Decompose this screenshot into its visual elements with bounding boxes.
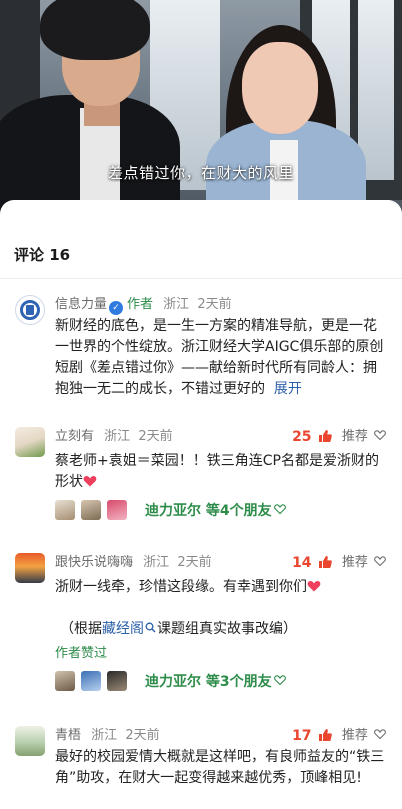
comments-count-title: 评论 16 <box>14 246 71 264</box>
location: 浙江 <box>104 429 131 444</box>
friend-avatar <box>107 670 127 691</box>
like-count: 14 <box>292 555 312 571</box>
like-count: 17 <box>292 728 312 744</box>
divider <box>0 278 402 279</box>
author-name[interactable]: 跟快乐说嗨嗨 <box>55 555 133 570</box>
avatar[interactable] <box>15 553 45 583</box>
comment-meta: 信息力量 ✓ 作者 浙江 2天前 <box>55 295 232 315</box>
heart-outline-icon <box>374 556 386 567</box>
author-tag: 作者 <box>127 297 154 312</box>
friends-liked-row[interactable]: 迪力亚尔 等3个朋友 <box>55 670 286 692</box>
search-keyword-link[interactable]: 藏经阁 <box>102 621 144 637</box>
friends-liked-row[interactable]: 迪力亚尔 等4个朋友 <box>55 499 286 521</box>
comments-sheet: 评论 16 信息力量 ✓ 作者 浙江 2天前 新财经的底色，是一生一方案的精准导航，… <box>0 200 402 809</box>
thumbs-up-icon <box>319 430 332 442</box>
comment-body: 蔡老师+袁姐＝菜园！！铁三角连CP名都是爱浙财的形状 <box>55 451 390 493</box>
comment-body: 浙财一线牵，珍惜这段缘。有幸遇到你们 <box>55 577 390 598</box>
red-heart-icon <box>307 581 321 592</box>
location: 浙江 <box>91 728 118 743</box>
comment-text: 浙财一线牵，珍惜这段缘。有幸遇到你们 <box>55 579 307 595</box>
comment-body: 新财经的底色，是一生一方案的精准导航，更是一花一世界的个性绽放。浙江财经大学AI… <box>55 316 390 400</box>
recommend-label: 推荐 <box>341 429 368 444</box>
like-button[interactable]: 17 <box>292 726 332 746</box>
timestamp: 2天前 <box>197 297 232 312</box>
recommend-label: 推荐 <box>341 555 368 570</box>
location: 浙江 <box>143 555 170 570</box>
comment-text: 蔡老师+袁姐＝菜园！！铁三角连CP名都是爱浙财的形状 <box>55 453 379 490</box>
comment-meta: 青梧 浙江 2天前 <box>55 726 160 746</box>
friend-avatar <box>55 670 75 691</box>
note-suffix: 课题组真实故事改编） <box>157 621 297 637</box>
recommend-button[interactable]: 推荐 <box>342 427 386 447</box>
like-count: 25 <box>292 429 312 445</box>
comment-meta: 立刻有 浙江 2天前 <box>55 427 173 447</box>
red-heart-icon <box>83 476 97 487</box>
heart-outline-icon <box>374 430 386 441</box>
expand-link[interactable]: 展开 <box>274 381 302 397</box>
timestamp: 2天前 <box>125 728 160 743</box>
heart-outline-icon <box>273 504 286 515</box>
comment-body: 最好的校园爱情大概就是这样吧，有良师益友的“铁三角”助攻，在财大一起变得越来越优… <box>55 747 390 789</box>
location: 浙江 <box>163 297 190 312</box>
friends-liked-text: 迪力亚尔 等3个朋友 <box>145 673 272 690</box>
timestamp: 2天前 <box>138 429 173 444</box>
author-name[interactable]: 立刻有 <box>55 429 94 444</box>
logo-core-icon <box>26 305 34 315</box>
video-player[interactable]: 差点错过你，在财大的风里 <box>0 0 402 215</box>
comment-note: （根据藏经阁 课题组真实故事改编） <box>60 619 297 640</box>
heart-outline-icon <box>273 675 286 686</box>
comment-meta: 跟快乐说嗨嗨 浙江 2天前 <box>55 553 212 573</box>
note-prefix: （根据 <box>60 621 102 637</box>
man-hair <box>40 0 150 60</box>
author-liked-label: 作者赞过 <box>55 646 108 661</box>
verified-icon: ✓ <box>109 301 124 315</box>
timestamp: 2天前 <box>177 555 212 570</box>
friend-avatar <box>81 670 101 691</box>
recommend-button[interactable]: 推荐 <box>342 726 386 746</box>
heart-outline-icon <box>374 729 386 740</box>
friend-avatar <box>107 499 127 520</box>
avatar[interactable] <box>15 726 45 756</box>
friends-liked-text: 迪力亚尔 等4个朋友 <box>145 502 272 519</box>
thumbs-up-icon <box>319 729 332 741</box>
recommend-label: 推荐 <box>341 728 368 743</box>
avatar[interactable] <box>15 427 45 457</box>
recommend-button[interactable]: 推荐 <box>342 553 386 573</box>
author-name[interactable]: 青梧 <box>55 728 81 743</box>
like-button[interactable]: 14 <box>292 553 332 573</box>
video-subtitle: 差点错过你，在财大的风里 <box>107 164 294 182</box>
search-icon <box>145 622 156 633</box>
friend-avatar <box>81 499 101 520</box>
thumbs-up-icon <box>319 556 332 568</box>
avatar[interactable] <box>15 295 45 325</box>
comment-text: 最好的校园爱情大概就是这样吧，有良师益友的“铁三角”助攻，在财大一起变得越来越优… <box>55 749 385 786</box>
woman-face <box>242 42 318 134</box>
like-button[interactable]: 25 <box>292 427 332 447</box>
author-name[interactable]: 信息力量 <box>55 297 107 312</box>
friend-avatar <box>55 499 75 520</box>
comment-text: 新财经的底色，是一生一方案的精准导航，更是一花一世界的个性绽放。浙江财经大学AI… <box>55 318 384 397</box>
